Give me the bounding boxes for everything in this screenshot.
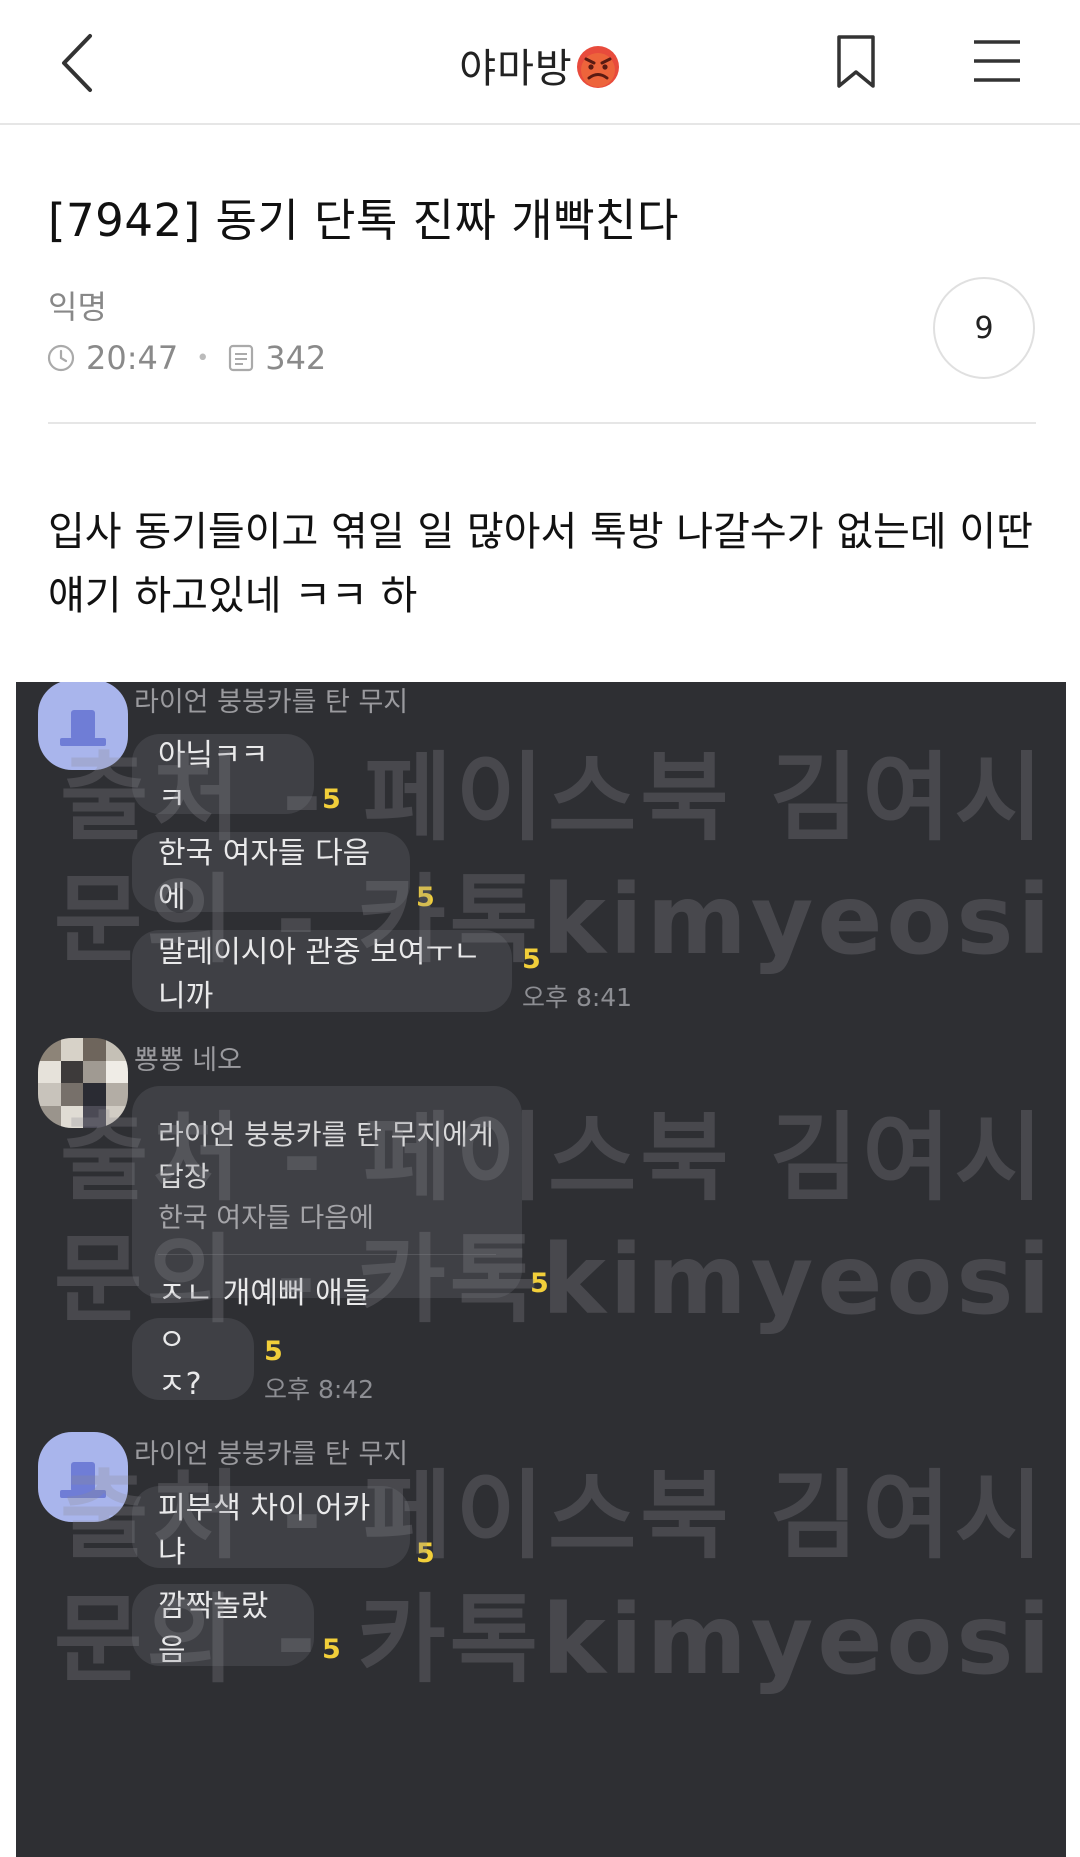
angry-face-icon	[576, 46, 619, 88]
top-app-bar: 야마방	[0, 0, 1080, 125]
board-title-text: 야마방	[459, 46, 573, 92]
reply-bubble: 라이언 붕붕카를 탄 무지에게 답장 한국 여자들 다음에 ㅈㄴ 개예뻐 애들	[132, 1086, 522, 1311]
chat-bubble: 피부색 차이 어카냐	[132, 1486, 410, 1570]
chat-bubble: 한국 여자들 다음에	[132, 832, 410, 915]
read-count: 5	[322, 784, 341, 815]
views-icon	[229, 344, 254, 372]
chat-bubble: ㅇㅈ?	[132, 1318, 254, 1402]
reply-header: 라이언 붕붕카를 탄 무지에게 답장	[158, 1118, 494, 1193]
read-count: 5	[322, 1634, 341, 1665]
post-body-line: 얘기 하고있네 ㅋㅋ 하	[48, 573, 418, 619]
read-count: 5	[522, 944, 541, 975]
chat-bubble: 말레이시아 관중 보여ㅜㄴ니까	[132, 930, 512, 1014]
sender-name: 라이언 붕붕카를 탄 무지	[134, 1439, 409, 1470]
meta-separator: •	[196, 345, 210, 371]
clock-icon	[47, 344, 75, 372]
bookmark-icon	[837, 35, 875, 88]
read-count: 5	[530, 1268, 549, 1299]
sender-name: 라이언 붕붕카를 탄 무지	[134, 687, 409, 718]
bookmark-button[interactable]	[836, 34, 876, 90]
comment-count-button[interactable]: 9	[933, 277, 1035, 379]
chat-bubble: 깜짝놀랐음	[132, 1584, 314, 1668]
post-time: 20:47	[86, 339, 179, 377]
chat-screenshot-image: 라이언 붕붕카를 탄 무지 아닠ㅋㅋㅋ 5 한국 여자들 다음에 5 말레이시아…	[16, 682, 1066, 1857]
post-body-line: 입사 동기들이고 엮일 일 많아서 톡방 나갈수가 없는데 이딴	[48, 509, 1033, 555]
post-title: [7942] 동기 단톡 진짜 개빡친다	[48, 194, 679, 247]
lion-avatar	[38, 682, 128, 770]
reply-quote: 한국 여자들 다음에	[158, 1203, 374, 1234]
post-views: 342	[265, 339, 327, 377]
post-author: 익명	[48, 288, 107, 326]
pixelated-avatar	[38, 1038, 128, 1128]
hamburger-menu-icon	[974, 40, 1020, 82]
reply-separator	[158, 1254, 496, 1255]
board-title: 야마방	[0, 36, 1080, 94]
read-count: 5	[416, 1538, 435, 1569]
chat-time: 오후 8:42	[264, 1375, 375, 1404]
read-count: 5	[264, 1336, 283, 1367]
comment-count: 9	[974, 310, 994, 346]
post-body: 입사 동기들이고 엮일 일 많아서 톡방 나갈수가 없는데 이딴 얘기 하고있네…	[48, 500, 1048, 628]
chat-time: 오후 8:41	[522, 983, 633, 1012]
chat-bubble: 아닠ㅋㅋㅋ	[132, 734, 314, 817]
reply-text: ㅈㄴ 개예뻐 애들	[158, 1276, 371, 1311]
divider	[48, 422, 1036, 424]
lion-avatar	[38, 1432, 128, 1522]
read-count: 5	[416, 882, 435, 913]
menu-button[interactable]	[972, 38, 1022, 84]
post-meta: 20:47 • 342	[46, 338, 326, 378]
sender-name: 뿅뿅 네오	[134, 1045, 242, 1076]
